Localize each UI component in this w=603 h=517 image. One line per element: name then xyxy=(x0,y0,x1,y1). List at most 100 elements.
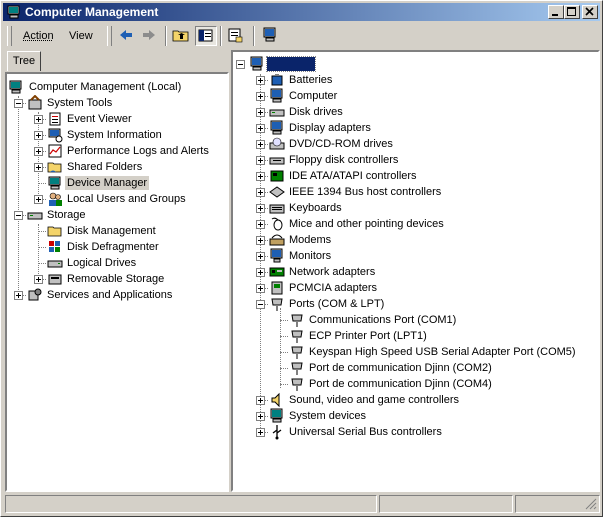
expand-icon[interactable] xyxy=(256,236,265,245)
expand-icon[interactable] xyxy=(256,156,265,165)
device-item-ieee1394[interactable]: IEEE 1394 Bus host controllers xyxy=(233,184,598,200)
show-hide-tree-button[interactable] xyxy=(195,26,217,46)
tree-item-logical-drives[interactable]: Logical Drives xyxy=(7,255,227,271)
console-tree-pane[interactable]: Computer Management (Local) System Tools E… xyxy=(5,72,229,492)
expand-icon[interactable] xyxy=(34,195,43,204)
device-item-ide[interactable]: IDE ATA/ATAPI controllers xyxy=(233,168,598,184)
expand-icon[interactable] xyxy=(256,252,265,261)
expand-icon[interactable] xyxy=(256,172,265,181)
expand-icon[interactable] xyxy=(256,412,265,421)
device-item-pcmcia[interactable]: PCMCIA adapters xyxy=(233,280,598,296)
up-one-level-button[interactable] xyxy=(171,26,193,46)
toolbar-grip[interactable] xyxy=(7,26,12,46)
tree-item-system-tools[interactable]: System Tools xyxy=(7,94,227,111)
device-item-keyboards[interactable]: Keyboards xyxy=(233,200,598,216)
toolbar-separator xyxy=(220,26,222,46)
tree-item-label: Modems xyxy=(289,234,332,246)
expand-icon[interactable] xyxy=(34,147,43,156)
device-item-computer-root[interactable] xyxy=(233,56,598,72)
keyboard-icon xyxy=(269,200,285,216)
collapse-icon[interactable] xyxy=(14,99,23,108)
device-item-keyspan[interactable]: Keyspan High Speed USB Serial Adapter Po… xyxy=(233,344,598,360)
collapse-icon[interactable] xyxy=(14,211,23,220)
window-title: Computer Management xyxy=(25,5,159,19)
forward-button[interactable] xyxy=(139,26,161,46)
battery-icon xyxy=(269,72,285,88)
expand-icon[interactable] xyxy=(256,92,265,101)
menu-action[interactable]: Action xyxy=(23,30,54,42)
device-item-computer[interactable]: Computer xyxy=(233,88,598,104)
device-item-sound[interactable]: Sound, video and game controllers xyxy=(233,392,598,408)
status-bar-section xyxy=(379,495,513,513)
collapse-icon[interactable] xyxy=(256,300,265,309)
properties-button[interactable] xyxy=(225,26,247,46)
sound-icon xyxy=(269,392,285,408)
device-item-monitors[interactable]: Monitors xyxy=(233,248,598,264)
tab-tree[interactable]: Tree xyxy=(7,51,41,71)
device-item-lpt1[interactable]: ECP Printer Port (LPT1) xyxy=(233,328,598,344)
close-button[interactable] xyxy=(582,5,598,19)
device-item-ports[interactable]: Ports (COM & LPT) xyxy=(233,296,598,312)
device-item-network[interactable]: Network adapters xyxy=(233,264,598,280)
expand-icon[interactable] xyxy=(256,188,265,197)
minimize-button[interactable] xyxy=(548,5,564,19)
tree-item-disk-management[interactable]: Disk Management xyxy=(7,223,227,239)
tree-item-disk-defragmenter[interactable]: Disk Defragmenter xyxy=(7,239,227,255)
expand-icon[interactable] xyxy=(256,268,265,277)
title-bar[interactable]: Computer Management xyxy=(3,3,600,21)
tree-item-local-users[interactable]: Local Users and Groups xyxy=(7,191,227,207)
usb-icon xyxy=(269,424,285,440)
tree-item-system-information[interactable]: System Information xyxy=(7,127,227,143)
expand-icon[interactable] xyxy=(256,428,265,437)
tree-item-event-viewer[interactable]: Event Viewer xyxy=(7,111,227,127)
device-item-usb[interactable]: Universal Serial Bus controllers xyxy=(233,424,598,440)
ieee1394-icon xyxy=(269,184,285,200)
expand-icon[interactable] xyxy=(256,108,265,117)
device-item-djinn-com4[interactable]: Port de communication Djinn (COM4) xyxy=(233,376,598,392)
toolbar-grip[interactable] xyxy=(107,26,112,46)
tree-item-label: Universal Serial Bus controllers xyxy=(289,426,442,438)
shared-folders-icon xyxy=(47,159,63,175)
expand-icon[interactable] xyxy=(34,131,43,140)
device-manager-icon xyxy=(47,175,63,191)
tree-item-removable-storage[interactable]: Removable Storage xyxy=(7,271,227,287)
device-manager-pane[interactable]: Batteries Computer Disk drives Display adap… xyxy=(231,50,600,492)
expand-icon[interactable] xyxy=(34,163,43,172)
expand-icon[interactable] xyxy=(14,291,23,300)
menu-view[interactable]: View xyxy=(69,30,93,42)
device-item-display-adapters[interactable]: Display adapters xyxy=(233,120,598,136)
expand-icon[interactable] xyxy=(256,220,265,229)
expand-icon[interactable] xyxy=(256,140,265,149)
tree-item-root[interactable]: Computer Management (Local) xyxy=(7,79,227,95)
resize-grip-icon[interactable] xyxy=(585,498,597,510)
expand-icon[interactable] xyxy=(34,275,43,284)
expand-icon[interactable] xyxy=(256,204,265,213)
tree-item-label: Network adapters xyxy=(289,266,376,278)
tree-item-shared-folders[interactable]: Shared Folders xyxy=(7,159,227,175)
expand-icon[interactable] xyxy=(256,396,265,405)
maximize-button[interactable] xyxy=(564,5,580,19)
expand-icon[interactable] xyxy=(34,115,43,124)
tree-item-device-manager[interactable]: Device Manager xyxy=(7,175,227,191)
device-item-modems[interactable]: Modems xyxy=(233,232,598,248)
device-item-disk-drives[interactable]: Disk drives xyxy=(233,104,598,120)
help-button[interactable] xyxy=(261,26,283,46)
tree-item-performance-logs[interactable]: Performance Logs and Alerts xyxy=(7,143,227,159)
device-item-djinn-com2[interactable]: Port de communication Djinn (COM2) xyxy=(233,360,598,376)
expand-icon[interactable] xyxy=(256,284,265,293)
expand-icon[interactable] xyxy=(256,76,265,85)
tree-item-services-apps[interactable]: Services and Applications xyxy=(7,287,227,303)
device-item-batteries[interactable]: Batteries xyxy=(233,72,598,88)
device-item-system-devices[interactable]: System devices xyxy=(233,408,598,424)
storage-icon xyxy=(27,207,43,223)
expand-icon[interactable] xyxy=(256,124,265,133)
monitor-icon xyxy=(269,248,285,264)
device-item-mice[interactable]: Mice and other pointing devices xyxy=(233,216,598,232)
collapse-icon[interactable] xyxy=(236,60,245,69)
tree-item-storage[interactable]: Storage xyxy=(7,207,227,223)
pcmcia-icon xyxy=(269,280,285,296)
device-item-com1[interactable]: Communications Port (COM1) xyxy=(233,312,598,328)
back-button[interactable] xyxy=(116,26,138,46)
device-item-floppy[interactable]: Floppy disk controllers xyxy=(233,152,598,168)
device-item-dvd-cdrom[interactable]: DVD/CD-ROM drives xyxy=(233,136,598,152)
